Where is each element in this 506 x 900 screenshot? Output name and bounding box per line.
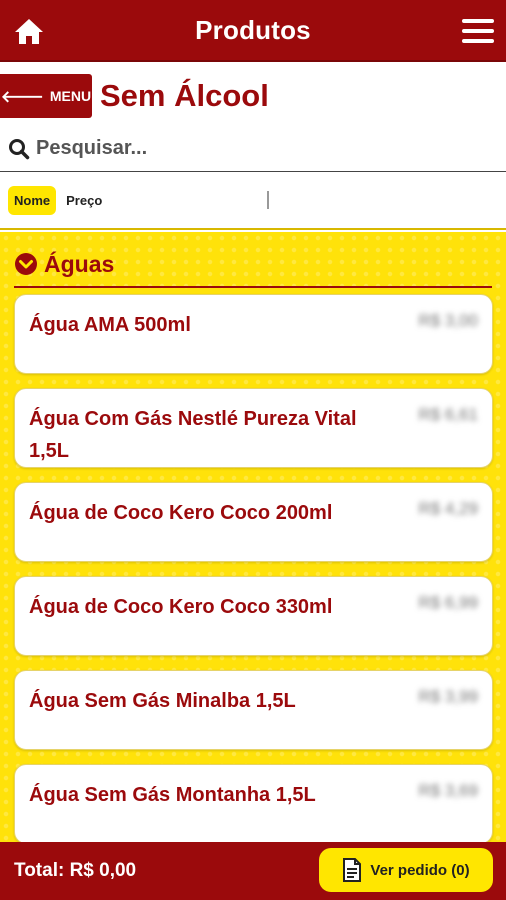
category-row: 🡐 MENU Sem Álcool (0, 62, 506, 122)
search-icon (9, 138, 30, 159)
product-price: R$ 3,00 (418, 311, 478, 330)
product-name: Água Com Gás Nestlé Pureza Vital 1,5L (29, 408, 357, 462)
menu-button-label: MENU (49, 88, 92, 104)
category-title: Sem Álcool (100, 78, 269, 113)
product-name: Água de Coco Kero Coco 200ml (29, 502, 333, 524)
group-header-aguas[interactable]: Águas (14, 242, 492, 288)
document-icon (343, 858, 362, 882)
back-to-menu-button[interactable]: 🡐 MENU (0, 74, 92, 118)
product-card[interactable]: Água de Coco Kero Coco 330ml R$ 6,99 (14, 576, 493, 656)
hamburger-menu-button[interactable] (462, 16, 494, 46)
sort-by-price-button[interactable]: Preço (60, 186, 108, 215)
product-price: R$ 4,29 (418, 499, 478, 518)
sort-bar: Nome Preço (0, 172, 506, 230)
hamburger-icon-bar (462, 39, 494, 43)
product-price: R$ 3,99 (418, 687, 478, 706)
home-button[interactable] (12, 14, 46, 48)
hamburger-icon (462, 19, 494, 23)
home-icon (15, 19, 43, 44)
product-card[interactable]: Água AMA 500ml R$ 3,00 (14, 294, 493, 374)
group-title: Águas (44, 250, 115, 277)
footer-bar: Total: R$ 0,00 Ver pedido (0) (0, 842, 506, 900)
arrow-left-icon: 🡐 (0, 88, 44, 106)
product-price: R$ 6,99 (418, 593, 478, 612)
product-list: Água AMA 500ml R$ 3,00 Água Com Gás Nest… (14, 294, 493, 842)
sort-by-name-button[interactable]: Nome (8, 185, 57, 215)
product-card[interactable]: Água de Coco Kero Coco 200ml R$ 4,29 (14, 482, 493, 562)
page-title: Produtos (195, 14, 311, 45)
divider (267, 191, 270, 209)
view-order-label: Ver pedido (0) (370, 861, 470, 879)
app-header: Produtos (0, 0, 506, 62)
product-card[interactable]: Água Sem Gás Minalba 1,5L R$ 3,99 (14, 670, 493, 750)
order-total: Total: R$ 0,00 (14, 860, 137, 881)
product-name: Água Sem Gás Montanha 1,5L (29, 784, 316, 806)
product-area: Águas Água AMA 500ml R$ 3,00 Água Com Gá… (0, 232, 506, 842)
hamburger-icon-bar (462, 29, 494, 33)
product-card[interactable]: Água Sem Gás Montanha 1,5L R$ 3,69 (14, 764, 493, 842)
search-bar (0, 126, 506, 172)
product-card[interactable]: Água Com Gás Nestlé Pureza Vital 1,5L R$… (14, 388, 493, 468)
product-name: Água Sem Gás Minalba 1,5L (29, 690, 296, 712)
product-name: Água de Coco Kero Coco 330ml (29, 596, 333, 618)
product-price: R$ 3,69 (418, 781, 478, 800)
product-price: R$ 6,61 (418, 405, 478, 424)
view-order-button[interactable]: Ver pedido (0) (319, 848, 493, 892)
chevron-down-circle-icon (15, 253, 37, 275)
product-name: Água AMA 500ml (29, 314, 191, 336)
search-input[interactable] (36, 137, 476, 160)
